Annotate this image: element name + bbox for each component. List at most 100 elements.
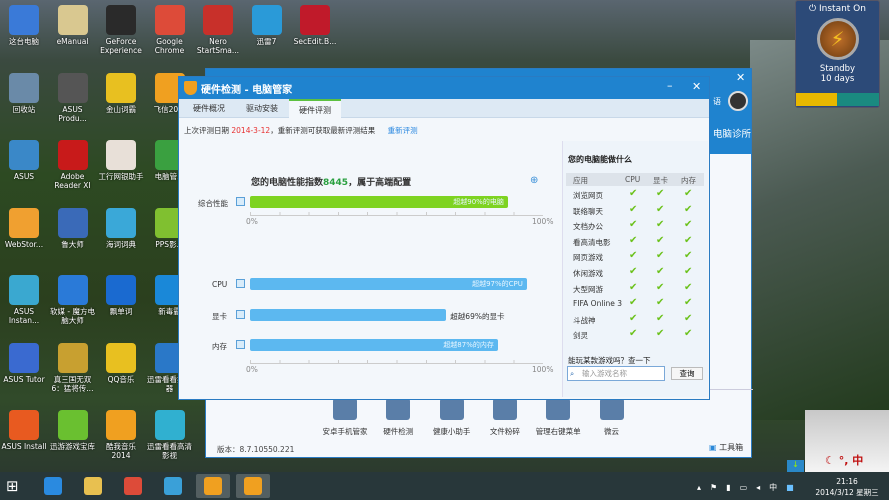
close-button[interactable]: ✕: [736, 71, 745, 84]
app-icon: [57, 207, 88, 238]
tab[interactable]: 硬件评测: [289, 99, 341, 118]
check-icon: ✔: [656, 234, 665, 246]
app-icon: [251, 5, 282, 35]
check-icon: ✔: [684, 203, 693, 215]
tool-button[interactable]: 硬件检测: [373, 398, 423, 437]
check-icon: ✔: [629, 266, 638, 277]
minimize-button[interactable]: –: [667, 79, 673, 92]
taskbar-chrome-button[interactable]: [116, 474, 150, 498]
system-tray[interactable]: ▴⚑▮▭◂中■: [697, 482, 803, 493]
desktop-icon[interactable]: GeForce Experience: [97, 5, 145, 55]
check-icon: ✔: [684, 312, 693, 324]
menu-text: 语: [713, 97, 721, 106]
info-icon[interactable]: [236, 340, 245, 349]
tool-button[interactable]: 微云: [587, 398, 637, 437]
column-header: 应用: [573, 176, 588, 185]
info-icon[interactable]: [236, 279, 245, 288]
power-icon: ⏻: [809, 4, 817, 14]
taskbar-ie-button[interactable]: [36, 474, 70, 498]
check-icon: ✔: [656, 203, 665, 215]
check-icon: ✔: [656, 312, 665, 324]
check-icon: ✔: [629, 188, 638, 199]
app-icon: [9, 342, 39, 373]
last-test-info: 上次评测日期 2014-3-12，重新评测可获取最新评测结果 重新评测: [184, 126, 418, 135]
tab[interactable]: 硬件概况: [183, 99, 235, 118]
desktop-icon[interactable]: QQ音乐: [97, 342, 145, 384]
hourglass-button[interactable]: [837, 93, 879, 106]
taskbar-network-button[interactable]: [156, 474, 190, 498]
desktop-icon[interactable]: ASUS Produ...: [49, 72, 97, 123]
desktop-icon[interactable]: 迅雷看看高清影视: [146, 410, 194, 460]
app-row-label: 斗战神: [573, 315, 596, 325]
app-row-label: 大型网游: [573, 284, 603, 294]
bolt-button[interactable]: [796, 93, 837, 106]
taskbar-pc-manager-button[interactable]: [236, 474, 270, 498]
check-icon: ✔: [656, 250, 665, 262]
taskbar-explorer-button[interactable]: [76, 474, 110, 498]
float-ime-widget[interactable]: ☾ °, 中: [805, 410, 889, 472]
desktop-icon[interactable]: eManual: [49, 5, 97, 46]
app-icon: [57, 275, 88, 305]
clock[interactable]: 21:16 2014/3/12 星期三: [812, 476, 882, 498]
avatar[interactable]: [728, 91, 748, 111]
info-icon[interactable]: [236, 197, 245, 206]
app-icon: [106, 5, 136, 35]
tool-icon: [599, 398, 624, 420]
taskbar-pc-manager-button[interactable]: [196, 474, 230, 498]
app-icon: [106, 140, 136, 170]
tool-button[interactable]: 文件粉碎: [480, 398, 530, 437]
desktop-icon[interactable]: ASUS Install: [0, 410, 48, 451]
start-button[interactable]: ⊞: [6, 478, 24, 494]
network-icon: [164, 477, 182, 495]
desktop-icon[interactable]: Adobe Reader XI: [49, 140, 97, 190]
check-icon: ✔: [656, 281, 665, 293]
score-value: 8445: [323, 178, 349, 188]
clinic-label[interactable]: 电脑诊所: [713, 126, 751, 140]
desktop-icon[interactable]: 迅雷7: [243, 5, 291, 46]
check-icon: ✔: [629, 250, 638, 262]
ie-icon: [44, 477, 62, 495]
app-row-label: 文档办公: [573, 222, 603, 232]
app-icon: [300, 5, 330, 35]
toolbox-button[interactable]: ▣ 工具箱: [709, 442, 743, 453]
desktop-icon[interactable]: 海词词典: [97, 207, 145, 249]
game-search-input[interactable]: ⌕ 输入游戏名称: [567, 366, 665, 381]
show-hidden-icon: ▴: [697, 483, 711, 492]
tool-button[interactable]: 安卓手机管家: [320, 398, 370, 437]
title-bar: 硬件检测 - 电脑管家 – ✕: [179, 77, 709, 99]
desktop-icon[interactable]: 迅游游戏宝库: [49, 410, 97, 451]
tool-button[interactable]: 健康小助手: [427, 398, 477, 437]
score-bar: [250, 309, 447, 321]
desktop-icon[interactable]: 酷我音乐2014: [97, 410, 145, 460]
lightning-icon: ⚡: [816, 18, 859, 60]
app-icon: [57, 410, 88, 440]
close-button[interactable]: ✕: [692, 80, 701, 93]
desktop-icon[interactable]: 回收站: [0, 72, 48, 114]
app-icon: [154, 410, 185, 440]
tool-button[interactable]: 管理右键菜单: [533, 398, 583, 437]
desktop-icon[interactable]: ASUS Tutor: [0, 342, 48, 384]
desktop-icon[interactable]: 真三国无双6：猛将传...: [49, 342, 97, 393]
app-icon: [106, 207, 136, 238]
desktop-icon[interactable]: 鲁大师: [49, 207, 97, 249]
info-icon[interactable]: [236, 310, 245, 319]
check-icon: ✔: [656, 297, 665, 309]
desktop-icon[interactable]: ASUS: [0, 140, 48, 181]
desktop-icon[interactable]: SecEdit.B...: [291, 5, 339, 46]
desktop-icon[interactable]: ASUS Instan...: [0, 275, 48, 325]
desktop-icon[interactable]: WebStor...: [0, 207, 48, 249]
desktop-icon[interactable]: 工行网银助手: [97, 140, 145, 181]
share-icon[interactable]: ⊕: [530, 175, 538, 186]
download-arrow-button[interactable]: ↓: [787, 460, 804, 472]
desktop-icon[interactable]: 飘单词: [97, 275, 145, 316]
check-icon: ✔: [684, 266, 693, 277]
retest-link[interactable]: 重新评测: [388, 126, 418, 135]
instant-on-widget[interactable]: ⏻ Instant On ⚡ Standby 10 days: [795, 0, 880, 108]
tab[interactable]: 驱动安装: [236, 99, 288, 118]
desktop-icon[interactable]: 这台电脑: [0, 5, 48, 46]
desktop-icon[interactable]: Nero StartSma...: [194, 5, 242, 55]
desktop-icon[interactable]: Google Chrome: [146, 5, 194, 55]
desktop-icon[interactable]: 金山词霸: [97, 72, 145, 114]
desktop-icon[interactable]: 软媒 - 魔方电脑大师: [49, 275, 97, 325]
query-button[interactable]: 查询: [671, 367, 703, 380]
